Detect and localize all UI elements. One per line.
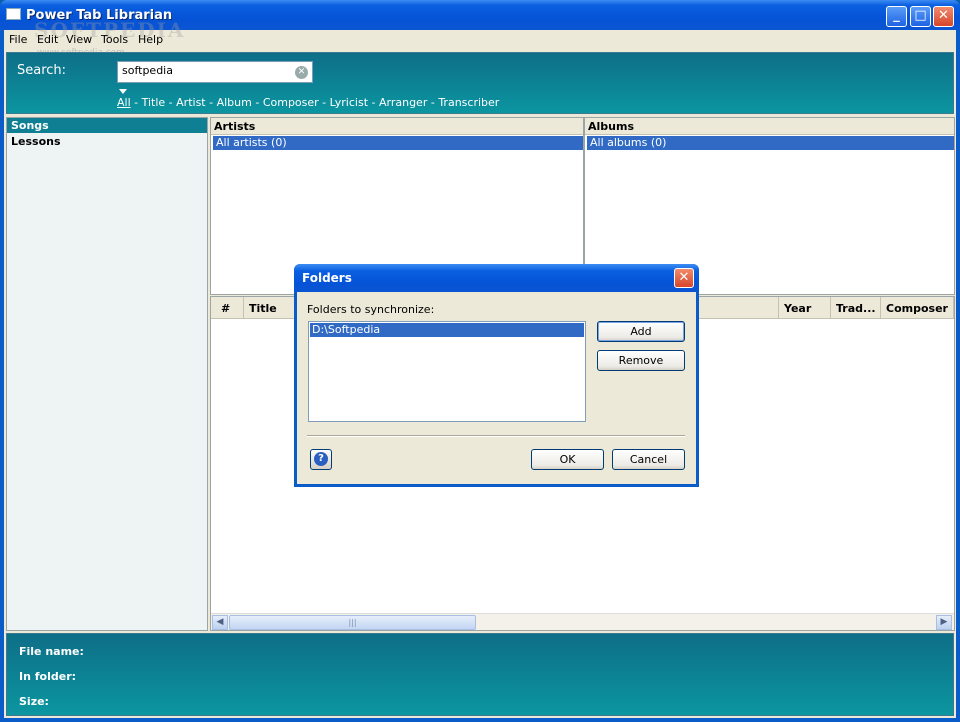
sidebar-item-lessons[interactable]: Lessons (7, 134, 207, 149)
folders-dialog: Folders ✕ Folders to synchronize: D:\Sof… (294, 264, 699, 487)
dialog-title-bar[interactable]: Folders ✕ (294, 264, 699, 292)
filter-title[interactable]: Title (142, 96, 166, 109)
filter-arranger[interactable]: Arranger (379, 96, 427, 109)
menu-view[interactable]: View (66, 33, 92, 46)
menu-edit[interactable]: Edit (37, 33, 58, 46)
folder-list[interactable]: D:\Softpedia (308, 321, 586, 422)
size-label: Size: (19, 695, 49, 708)
filter-composer[interactable]: Composer (263, 96, 319, 109)
cancel-button[interactable]: Cancel (612, 449, 685, 470)
dialog-separator (307, 435, 685, 437)
scroll-thumb[interactable]: ||| (229, 615, 476, 630)
column-trad[interactable]: Trad... (831, 297, 881, 319)
search-input[interactable]: softpedia (117, 61, 313, 83)
folders-label: Folders to synchronize: (307, 303, 435, 316)
close-button[interactable]: ✕ (933, 6, 954, 27)
filter-separator: - (130, 96, 142, 109)
file-info-band: File name: In folder: Size: (6, 633, 954, 716)
column-year[interactable]: Year (779, 297, 831, 319)
dialog-title: Folders (302, 271, 352, 285)
filter-separator: - (205, 96, 217, 109)
help-icon: ? (314, 452, 328, 466)
filter-indicator-icon (119, 89, 127, 94)
filter-separator: - (427, 96, 439, 109)
add-button[interactable]: Add (597, 321, 685, 342)
filter-transcriber[interactable]: Transcriber (438, 96, 499, 109)
artists-header[interactable]: Artists (211, 118, 583, 135)
albums-header[interactable]: Albums (585, 118, 954, 135)
menu-tools[interactable]: Tools (101, 33, 128, 46)
artist-row[interactable]: All artists (0) (213, 136, 583, 150)
clear-search-icon[interactable]: ✕ (295, 66, 308, 79)
ok-button[interactable]: OK (531, 449, 604, 470)
menu-file[interactable]: File (9, 33, 27, 46)
filter-album[interactable]: Album (217, 96, 252, 109)
menu-help[interactable]: Help (138, 33, 163, 46)
filter-separator: - (368, 96, 379, 109)
in-folder-label: In folder: (19, 670, 77, 683)
scroll-left-icon[interactable]: ◀ (212, 615, 228, 630)
filter-artist[interactable]: Artist (176, 96, 205, 109)
column-number[interactable]: # (211, 297, 244, 319)
search-filters: All - Title - Artist - Album - Composer … (117, 96, 499, 109)
help-button[interactable]: ? (310, 449, 332, 470)
dialog-close-button[interactable]: ✕ (674, 268, 694, 288)
search-band: Search: softpedia ✕ All - Title - Artist… (6, 52, 954, 114)
horizontal-scrollbar[interactable]: ◀ ||| ▶ (211, 613, 954, 630)
folder-item[interactable]: D:\Softpedia (310, 323, 584, 337)
app-icon (6, 8, 21, 20)
filter-separator: - (251, 96, 263, 109)
filter-separator: - (165, 96, 177, 109)
filter-separator: - (318, 96, 330, 109)
minimize-button[interactable]: _ (886, 6, 907, 27)
filter-lyricist[interactable]: Lyricist (330, 96, 368, 109)
file-name-label: File name: (19, 645, 84, 658)
maximize-button[interactable]: □ (910, 6, 931, 27)
column-composer[interactable]: Composer (881, 297, 954, 319)
remove-button[interactable]: Remove (597, 350, 685, 371)
scroll-right-icon[interactable]: ▶ (936, 615, 952, 630)
sidebar-item-songs[interactable]: Songs (7, 118, 207, 133)
sidebar: Songs Lessons (6, 117, 208, 631)
dialog-body: Folders to synchronize: D:\Softpedia Add… (297, 292, 696, 484)
album-row[interactable]: All albums (0) (587, 136, 954, 150)
menu-bar: SOFTPEDIA www.softpedia.com File Edit Vi… (4, 18, 956, 58)
filter-all[interactable]: All (117, 96, 131, 109)
search-label: Search: (17, 63, 67, 78)
